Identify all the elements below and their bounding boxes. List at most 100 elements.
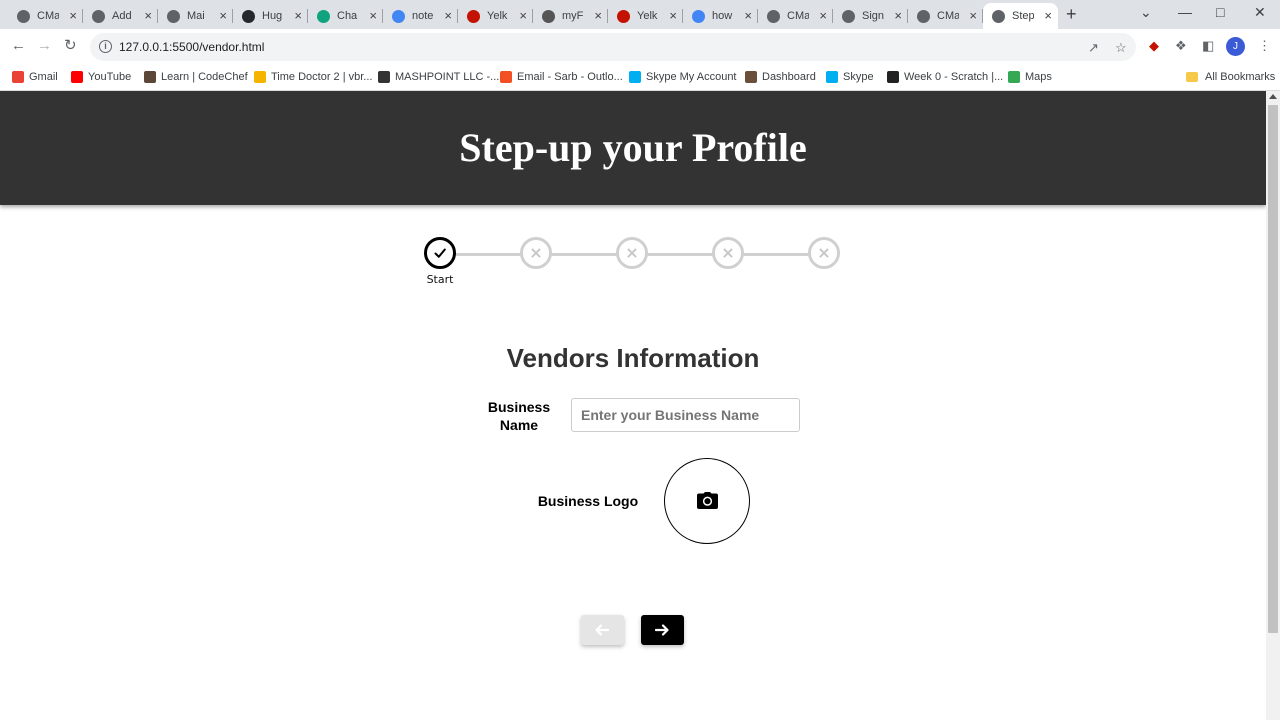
google-icon [692,9,705,23]
stepper-step-5 [808,237,840,269]
close-tab-icon[interactable]: × [294,8,302,24]
arrow-left-icon [595,624,609,636]
address-bar[interactable]: i 127.0.0.1:5500/vendor.html ↗ ☆ [90,33,1136,61]
address-url: 127.0.0.1:5500/vendor.html [119,40,265,54]
bookmark-item[interactable]: MASHPOINT LLC -... [378,69,499,85]
side-panel-icon[interactable]: ◧ [1202,39,1214,53]
page-viewport: Step-up your Profile Start Vendors Infor… [0,91,1266,720]
bookmark-label: Maps [1025,71,1052,83]
browser-tab-title: how [712,10,733,22]
reload-icon[interactable]: ↻ [64,38,77,54]
check-icon [434,248,446,258]
browser-tab[interactable]: CMa × [8,3,83,29]
globe-icon [167,9,180,23]
globe-icon [842,9,855,23]
back-icon[interactable]: ← [11,38,26,54]
bookmark-item[interactable]: Week 0 - Scratch |... [887,69,1003,85]
business-name-input[interactable] [571,398,800,432]
bookmark-label: Gmail [29,71,58,83]
browser-tab[interactable]: Mai × [158,3,233,29]
tab-search-icon[interactable]: ⌄ [1140,4,1152,20]
extension-shield-icon[interactable]: ◆ [1149,39,1159,53]
browser-tab[interactable]: Yelk × [608,3,683,29]
yelp-icon [617,9,630,23]
stepper-step-2 [520,237,552,269]
browser-tab[interactable]: Add × [83,3,158,29]
browser-tab[interactable]: how × [683,3,758,29]
close-tab-icon[interactable]: × [69,8,77,24]
browser-tab-title: Sign [862,10,884,22]
scrollbar-thumb[interactable] [1268,105,1278,633]
bookmark-star-icon[interactable]: ☆ [1115,40,1127,56]
profile-stepper: Start [424,237,844,287]
close-tab-icon[interactable]: × [219,8,227,24]
browser-tab[interactable]: Yelk × [458,3,533,29]
stepper-step-label: Start [426,273,454,286]
maps-icon [1008,71,1020,83]
bookmark-item[interactable]: Learn | CodeChef [144,69,248,85]
close-tab-icon[interactable]: × [444,8,452,24]
close-tab-icon[interactable]: × [894,8,902,24]
browser-tab[interactable]: CMa × [908,3,983,29]
new-tab-button[interactable]: + [1066,5,1077,23]
browser-tab[interactable]: CMa × [758,3,833,29]
close-tab-icon[interactable]: × [144,8,152,24]
browser-tab[interactable]: note × [383,3,458,29]
codechef-icon [144,71,156,83]
browser-tab-title: Add [112,10,132,22]
scroll-up-icon[interactable] [1269,94,1277,99]
close-tab-icon[interactable]: × [594,8,602,24]
browser-tab[interactable]: myF × [533,3,608,29]
close-tab-icon[interactable]: × [969,8,977,24]
close-tab-icon[interactable]: × [1044,8,1052,24]
site-info-icon[interactable]: i [99,40,112,53]
page-scrollbar[interactable] [1266,91,1280,720]
bookmark-item[interactable]: Skype [826,69,874,85]
page-icon [542,9,555,23]
business-logo-upload[interactable] [664,458,750,544]
bookmark-item[interactable]: Time Doctor 2 | vbr... [254,69,372,85]
close-tab-icon[interactable]: × [369,8,377,24]
globe-icon [917,9,930,23]
browser-tab-title: CMa [37,10,59,22]
bookmark-item[interactable]: YouTube [71,69,131,85]
forward-icon[interactable]: → [37,38,52,54]
extensions-puzzle-icon[interactable]: ❖ [1175,39,1187,53]
bookmark-label: Email - Sarb - Outlo... [517,71,623,83]
bookmark-item[interactable]: Skype My Account [629,69,737,85]
all-bookmarks-button[interactable]: All Bookmarks [1186,69,1275,85]
browser-tab[interactable]: Step × [983,3,1058,29]
page-title: Step-up your Profile [459,125,807,170]
browser-menu-icon[interactable]: ⋮ [1258,39,1271,53]
previous-step-button[interactable] [581,615,624,645]
close-tab-icon[interactable]: × [669,8,677,24]
bookmark-label: MASHPOINT LLC -... [395,71,500,83]
bookmark-item[interactable]: Dashboard [745,69,816,85]
close-window-icon[interactable]: ✕ [1254,4,1266,20]
browser-tab-title: CMa [937,10,959,22]
chatgpt-icon [317,9,330,23]
maximize-icon[interactable]: □ [1216,4,1224,20]
share-icon[interactable]: ↗ [1088,40,1099,56]
close-tab-icon[interactable]: × [519,8,527,24]
profile-avatar[interactable]: J [1226,37,1245,56]
gmail-icon [12,71,24,83]
bookmark-label: Time Doctor 2 | vbr... [271,71,373,83]
browser-tab[interactable]: Sign × [833,3,908,29]
bookmark-item[interactable]: Maps [1008,69,1052,85]
next-step-button[interactable] [641,615,684,645]
timedoctor-icon [254,71,266,83]
bookmark-item[interactable]: Email - Sarb - Outlo... [500,69,623,85]
browser-tab[interactable]: Hug × [233,3,308,29]
close-tab-icon[interactable]: × [819,8,827,24]
scratch-icon [887,71,899,83]
globe-icon [767,9,780,23]
bookmark-item[interactable]: Gmail [12,69,58,85]
minimize-icon[interactable]: — [1178,4,1192,20]
close-tab-icon[interactable]: × [744,8,752,24]
youtube-icon [71,71,83,83]
browser-tab[interactable]: Cha × [308,3,383,29]
bookmark-label: Learn | CodeChef [161,71,248,83]
browser-tab-title: myF [562,10,584,22]
browser-tab-title: CMa [787,10,809,22]
